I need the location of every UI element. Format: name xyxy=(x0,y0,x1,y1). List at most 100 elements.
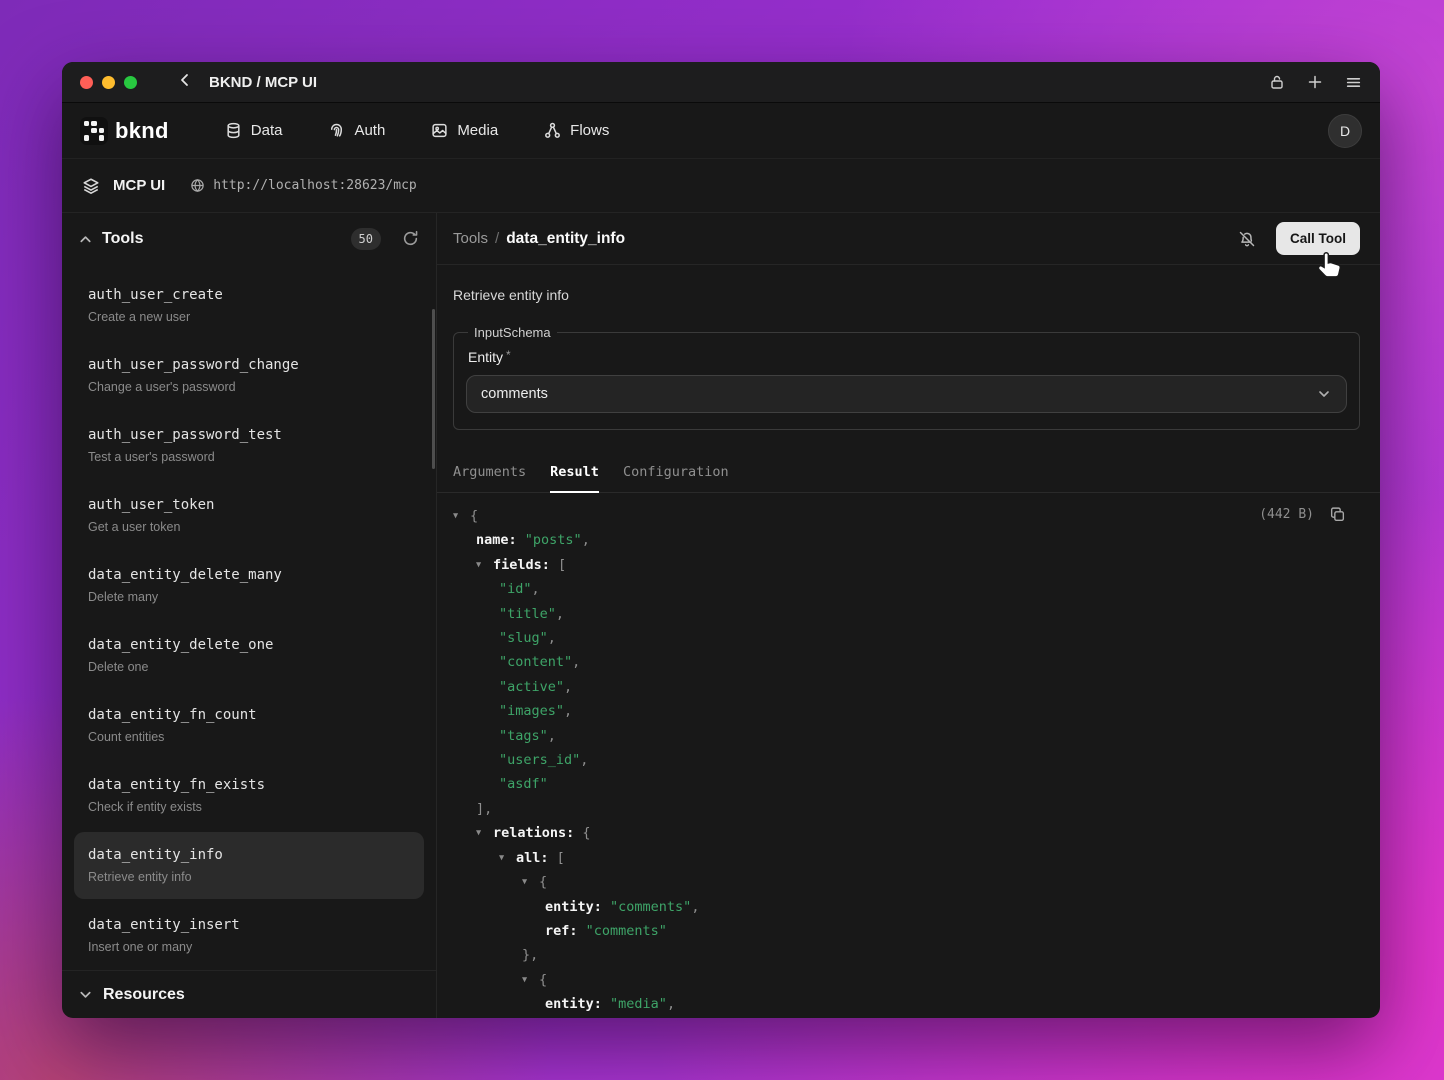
sidebar-item-auth_user_password_test[interactable]: auth_user_password_test Test a user's pas… xyxy=(74,412,424,479)
tool-description: Change a user's password xyxy=(88,378,410,396)
nav-item-label: Flows xyxy=(570,122,609,139)
breadcrumb-current: data_entity_info xyxy=(506,230,625,248)
json-line: ▼{ xyxy=(453,504,1364,528)
json-line: "title", xyxy=(453,602,1364,626)
chevron-up-icon xyxy=(78,232,93,247)
close-button[interactable] xyxy=(80,76,93,89)
sidebar-item-data_entity_fn_exists[interactable]: data_entity_fn_existsCheck if entity exi… xyxy=(74,762,424,829)
back-button[interactable] xyxy=(175,72,195,92)
tab-arguments[interactable]: Arguments xyxy=(453,458,526,492)
json-line: "tags", xyxy=(453,724,1364,748)
json-tree: ▼{name: "posts",▼fields: ["id","title","… xyxy=(453,504,1364,1018)
tools-list: auth_user_createCreate a new userauth_us… xyxy=(62,265,436,970)
tool-name: data_entity_info xyxy=(88,845,410,865)
media-icon xyxy=(431,122,448,139)
collapse-toggle-icon[interactable]: ▼ xyxy=(522,870,532,894)
sidebar-item-data_entity_info[interactable]: data_entity_info Retrieve entity info xyxy=(74,832,424,899)
json-line: "id", xyxy=(453,577,1364,601)
sidebar-item-data_entity_insert[interactable]: data_entity_insert Insert one or many xyxy=(74,902,424,969)
chevron-down-icon xyxy=(78,987,93,1002)
fingerprint-icon xyxy=(328,122,345,139)
sidebar-item-auth_user_create[interactable]: auth_user_createCreate a new user xyxy=(74,272,424,339)
tab-configuration[interactable]: Configuration xyxy=(623,458,729,492)
json-line: ▼relations: { xyxy=(453,821,1364,845)
server-url[interactable]: http://localhost:28623/mcp xyxy=(190,178,417,193)
stack-icon xyxy=(82,177,100,195)
collapse-toggle-icon[interactable]: ▼ xyxy=(476,821,486,845)
tool-description: Retrieve entity info xyxy=(88,868,410,886)
window-controls xyxy=(80,76,137,89)
menu-icon[interactable] xyxy=(1345,74,1362,91)
sidebar-item-data_entity_delete_one[interactable]: data_entity_delete_oneDelete one xyxy=(74,622,424,689)
zoom-button[interactable] xyxy=(124,76,137,89)
bknd-logo-icon xyxy=(80,117,108,145)
json-line: ▼{ xyxy=(453,870,1364,894)
json-line: "content", xyxy=(453,650,1364,674)
lock-icon[interactable] xyxy=(1269,74,1285,90)
tool-description: Get a user token xyxy=(88,518,410,536)
nav-item-label: Data xyxy=(251,122,283,139)
nav-item-flows[interactable]: Flows xyxy=(544,122,609,139)
sidebar-scrollbar[interactable] xyxy=(432,309,435,469)
call-tool-button[interactable]: Call Tool xyxy=(1276,222,1360,255)
brand[interactable]: bknd xyxy=(80,117,169,145)
nav-item-label: Media xyxy=(457,122,498,139)
input-schema-legend: InputSchema xyxy=(468,325,557,340)
tool-name: data_entity_fn_exists xyxy=(88,775,410,795)
result-size: (442 B) xyxy=(1259,507,1314,522)
notifications-off-button[interactable] xyxy=(1233,225,1261,253)
tools-section-header[interactable]: Tools 50 xyxy=(62,213,436,265)
tab-result[interactable]: Result xyxy=(550,458,599,492)
breadcrumb-separator: / xyxy=(495,230,499,247)
tool-name: auth_user_password_test xyxy=(88,425,410,445)
collapse-toggle-icon[interactable]: ▼ xyxy=(522,968,532,992)
tool-name: data_entity_insert xyxy=(88,915,410,935)
sidebar-item-auth_user_token[interactable]: auth_user_token Get a user token xyxy=(74,482,424,549)
json-line: entity: "comments", xyxy=(453,895,1364,919)
sidebar-item-auth_user_password_change[interactable]: auth_user_password_change Change a user's… xyxy=(74,342,424,409)
tool-name: data_entity_delete_many xyxy=(88,565,410,585)
nav-items: Data Auth Media Flows xyxy=(225,122,610,139)
subheader: MCP UI http://localhost:28623/mcp xyxy=(62,159,1380,213)
json-line: name: "posts", xyxy=(453,528,1364,552)
input-schema-fieldset: InputSchema Entity* comments xyxy=(453,325,1360,430)
sidebar-item-data_entity_delete_many[interactable]: data_entity_delete_manyDelete many xyxy=(74,552,424,619)
brand-name: bknd xyxy=(115,118,169,144)
titlebar: BKND / MCP UI xyxy=(62,62,1380,103)
chevron-down-icon xyxy=(1316,386,1332,402)
nav-item-data[interactable]: Data xyxy=(225,122,283,139)
flows-icon xyxy=(544,122,561,139)
collapse-toggle-icon[interactable]: ▼ xyxy=(499,846,509,870)
tool-description: Retrieve entity info xyxy=(453,287,1364,303)
tool-name: data_entity_delete_one xyxy=(88,635,410,655)
json-line: ▼all: [ xyxy=(453,846,1364,870)
entity-select[interactable]: comments xyxy=(466,375,1347,413)
required-mark: * xyxy=(506,348,511,362)
sidebar-item-data_entity_fn_count[interactable]: data_entity_fn_countCount entities xyxy=(74,692,424,759)
tool-name: auth_user_token xyxy=(88,495,410,515)
resources-section-header[interactable]: Resources xyxy=(62,970,436,1018)
refresh-icon[interactable] xyxy=(402,230,420,248)
nav-item-auth[interactable]: Auth xyxy=(328,122,385,139)
json-line: "active", xyxy=(453,675,1364,699)
collapse-toggle-icon[interactable]: ▼ xyxy=(453,504,463,528)
json-line: "users_id", xyxy=(453,748,1364,772)
minimize-button[interactable] xyxy=(102,76,115,89)
json-line: "images", xyxy=(453,699,1364,723)
new-tab-icon[interactable] xyxy=(1307,74,1323,90)
copy-icon[interactable] xyxy=(1329,506,1346,523)
tool-description: Insert one or many xyxy=(88,938,410,956)
entity-select-value: comments xyxy=(481,386,548,402)
database-icon xyxy=(225,122,242,139)
tool-name: auth_user_password_change xyxy=(88,355,410,375)
tool-description: Test a user's password xyxy=(88,448,410,466)
result-tabs: Arguments Result Configuration xyxy=(437,458,1380,493)
avatar[interactable]: D xyxy=(1328,114,1362,148)
collapse-toggle-icon[interactable]: ▼ xyxy=(476,553,486,577)
json-line: ref: "media" xyxy=(453,1017,1364,1018)
nav-item-media[interactable]: Media xyxy=(431,122,498,139)
breadcrumb-root[interactable]: Tools xyxy=(453,230,488,247)
json-line: "slug", xyxy=(453,626,1364,650)
globe-icon xyxy=(190,178,205,193)
bell-off-icon xyxy=(1238,230,1256,248)
